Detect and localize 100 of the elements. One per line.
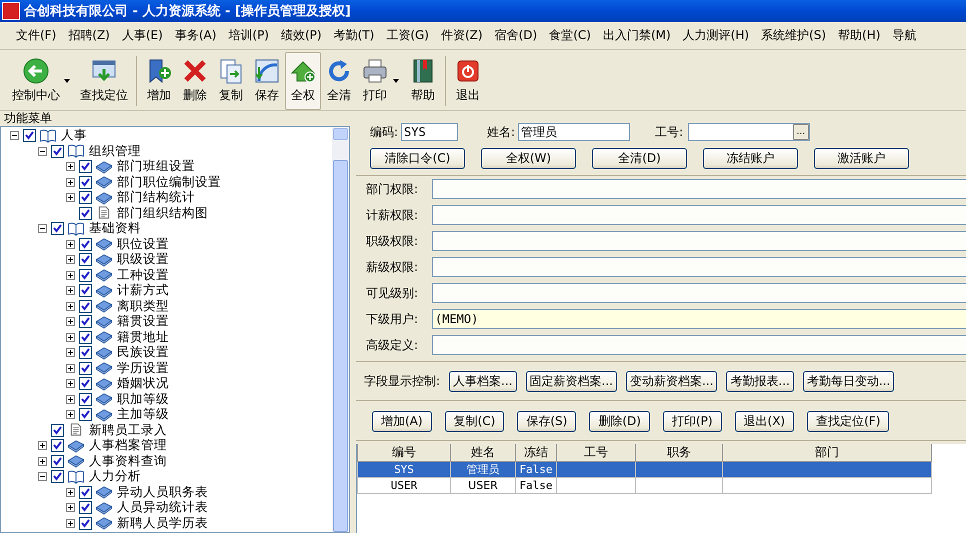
- tree-item[interactable]: 主加等级: [117, 406, 169, 424]
- checkbox[interactable]: [51, 222, 64, 236]
- menu-item[interactable]: 文件(F): [10, 24, 62, 47]
- checkbox[interactable]: [51, 439, 64, 452]
- tree-item[interactable]: 部门结构统计: [117, 189, 195, 206]
- menu-item[interactable]: 培训(P): [222, 24, 275, 47]
- checkbox[interactable]: [79, 206, 92, 220]
- checkbox[interactable]: [51, 470, 64, 484]
- expand-icon[interactable]: [66, 332, 75, 342]
- menu-item[interactable]: 人力测评(H): [676, 24, 756, 47]
- expand-icon[interactable]: [66, 364, 75, 373]
- toolbar-button[interactable]: 全权: [285, 52, 321, 110]
- toolbar-button[interactable]: 增加: [141, 52, 177, 110]
- column-header[interactable]: 部门: [722, 444, 932, 462]
- checkbox[interactable]: [79, 330, 92, 344]
- tree-item[interactable]: 籍贯设置: [117, 313, 169, 330]
- expand-icon[interactable]: [66, 348, 75, 358]
- input-field[interactable]: [432, 231, 966, 251]
- menu-item[interactable]: 绩效(P): [275, 24, 328, 47]
- tree-item[interactable]: 职加等级: [117, 390, 169, 408]
- tree-item[interactable]: 基础资料: [89, 220, 141, 238]
- expand-icon[interactable]: [66, 379, 75, 388]
- checkbox[interactable]: [79, 191, 92, 204]
- expand-icon[interactable]: [66, 488, 75, 497]
- expand-icon[interactable]: [66, 317, 75, 326]
- tree-item[interactable]: 新聘人员学历表: [117, 514, 208, 532]
- expand-icon[interactable]: [66, 410, 75, 420]
- tree-item[interactable]: 学历设置: [117, 360, 169, 377]
- action-button[interactable]: 退出(X): [734, 411, 794, 432]
- menu-item[interactable]: 食堂(C): [543, 24, 597, 47]
- expand-icon[interactable]: [66, 193, 75, 202]
- menu-item[interactable]: 出入门禁(M): [596, 24, 677, 47]
- checkbox[interactable]: [79, 284, 92, 298]
- input-field[interactable]: ...: [688, 123, 810, 141]
- checkbox[interactable]: [79, 408, 92, 422]
- menu-item[interactable]: 件资(Z): [434, 24, 489, 47]
- field-button[interactable]: 固定薪资档案...: [526, 371, 617, 392]
- menu-item[interactable]: 考勤(T): [328, 24, 380, 47]
- toolbar-button[interactable]: 复制: [213, 52, 249, 110]
- tree-item[interactable]: 异动人员职务表: [117, 484, 208, 501]
- action-button[interactable]: 复制(C): [444, 411, 504, 432]
- expand-icon[interactable]: [66, 240, 75, 249]
- toolbar-button[interactable]: 查找定位: [76, 52, 132, 110]
- checkbox[interactable]: [51, 424, 64, 437]
- checkbox[interactable]: [79, 377, 92, 390]
- tree-item[interactable]: 人事: [61, 127, 87, 144]
- checkbox[interactable]: [79, 315, 92, 328]
- field-button[interactable]: 变动薪资档案...: [626, 371, 718, 392]
- account-button[interactable]: 全权(W): [481, 148, 576, 169]
- tree-item[interactable]: 组织管理: [89, 142, 141, 160]
- checkbox[interactable]: [79, 176, 92, 189]
- tree-item[interactable]: 人力分析: [89, 468, 141, 486]
- expand-icon[interactable]: [66, 518, 75, 528]
- toolbar-button[interactable]: 帮助: [405, 52, 441, 110]
- checkbox[interactable]: [51, 454, 64, 468]
- input-field[interactable]: SYS: [401, 123, 458, 141]
- menu-item[interactable]: 帮助(H): [832, 24, 886, 47]
- column-header[interactable]: 工号: [556, 444, 636, 462]
- account-button[interactable]: 激活账户: [814, 148, 909, 169]
- collapse-icon[interactable]: [38, 146, 47, 156]
- tree-item[interactable]: 部门组织结构图: [117, 204, 208, 222]
- expand-icon[interactable]: [66, 270, 75, 280]
- checkbox[interactable]: [79, 300, 92, 313]
- action-button[interactable]: 保存(S): [517, 411, 576, 432]
- input-field[interactable]: [432, 257, 966, 277]
- checkbox[interactable]: [79, 268, 92, 282]
- expand-icon[interactable]: [66, 394, 75, 404]
- expand-icon[interactable]: [38, 456, 47, 466]
- checkbox[interactable]: [79, 346, 92, 360]
- tree-item[interactable]: 籍贯地址: [117, 328, 169, 346]
- action-button[interactable]: 删除(D): [589, 411, 650, 432]
- toolbar-button[interactable]: 退出: [450, 52, 486, 110]
- column-header[interactable]: 编号: [358, 444, 450, 462]
- scrollbar[interactable]: [332, 127, 349, 532]
- account-button[interactable]: 冻结账户: [703, 148, 798, 169]
- menu-item[interactable]: 系统维护(S): [755, 24, 832, 47]
- input-field[interactable]: 管理员: [518, 123, 630, 141]
- tree-item[interactable]: 部门班组设置: [117, 158, 195, 176]
- dropdown-arrow-icon[interactable]: [64, 79, 70, 83]
- action-button[interactable]: 查找定位(F): [807, 411, 890, 432]
- input-field[interactable]: [432, 205, 966, 225]
- tree-item[interactable]: 部门职位编制设置: [117, 174, 221, 191]
- toolbar-button[interactable]: 删除: [177, 52, 213, 110]
- expand-icon[interactable]: [66, 162, 75, 172]
- input-field[interactable]: [432, 283, 966, 303]
- field-button[interactable]: 考勤报表...: [726, 371, 794, 392]
- toolbar-button[interactable]: 打印: [357, 52, 393, 110]
- tree-item[interactable]: 人事档案管理: [89, 437, 167, 454]
- tree-item[interactable]: 民族设置: [117, 344, 169, 362]
- field-button[interactable]: 人事档案...: [449, 371, 516, 392]
- account-button[interactable]: 清除口令(C): [370, 148, 465, 169]
- expand-icon[interactable]: [66, 255, 75, 264]
- column-header[interactable]: 姓名: [450, 444, 516, 462]
- action-button[interactable]: 打印(P): [662, 411, 722, 432]
- checkbox[interactable]: [51, 144, 64, 158]
- expand-icon[interactable]: [66, 178, 75, 187]
- account-button[interactable]: 全清(D): [592, 148, 687, 169]
- field-button[interactable]: 考勤每日变动...: [802, 371, 894, 392]
- checkbox[interactable]: [79, 238, 92, 251]
- checkbox[interactable]: [79, 486, 92, 499]
